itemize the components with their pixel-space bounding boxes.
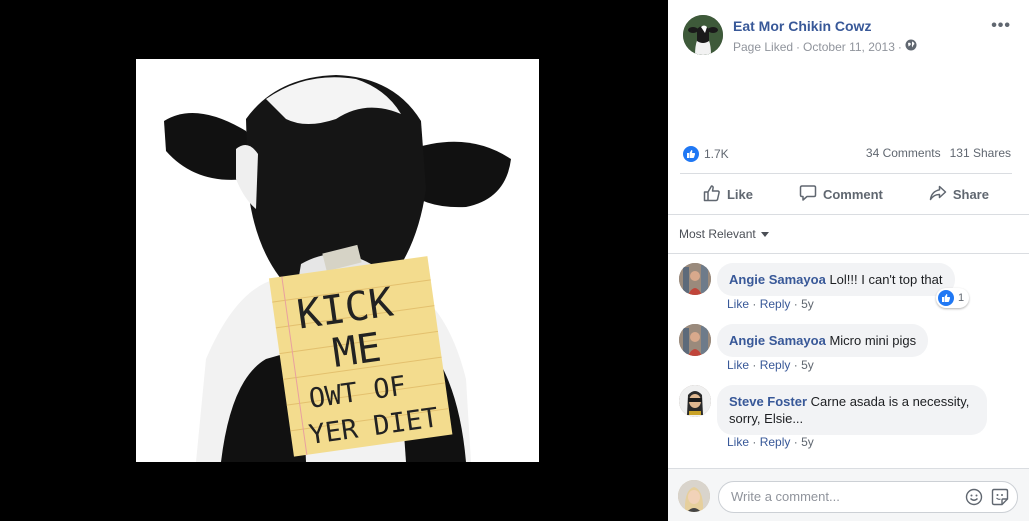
- link-separator: ·: [793, 297, 798, 311]
- comment-like-link[interactable]: Like: [727, 435, 749, 449]
- comment-time[interactable]: 5y: [801, 358, 814, 372]
- comment-text: Lol!!! I can't top that: [829, 272, 943, 287]
- like-count: 1.7K: [704, 147, 729, 161]
- comment-item: Steve Foster Carne asada is a necessity,…: [679, 385, 1019, 455]
- post-meta: Page Liked · October 11, 2013 ·: [733, 39, 917, 54]
- share-count[interactable]: 131 Shares: [950, 146, 1011, 160]
- current-user-avatar[interactable]: [678, 480, 710, 512]
- comment-reply-link[interactable]: Reply: [760, 297, 791, 311]
- comment-reaction-badge[interactable]: 1: [936, 288, 970, 308]
- comment-button[interactable]: Comment: [799, 184, 883, 205]
- comment-actions: Like · Reply · 5y: [727, 435, 814, 449]
- comment-actions: Like · Reply · 5y: [727, 297, 814, 311]
- caret-down-icon: [760, 227, 769, 241]
- comment-author[interactable]: Steve Foster: [729, 394, 807, 409]
- share-label: Share: [952, 186, 989, 202]
- commenter-avatar[interactable]: [679, 324, 711, 356]
- commenter-avatar[interactable]: [679, 263, 711, 295]
- like-label: Like: [726, 186, 753, 202]
- divider: [668, 253, 1029, 254]
- page-name[interactable]: Eat Mor Chikin Cowz: [733, 18, 871, 34]
- comment-time[interactable]: 5y: [801, 435, 814, 449]
- post-sidebar: Eat Mor Chikin Cowz Page Liked · October…: [668, 0, 1029, 521]
- comment-author[interactable]: Angie Samayoa: [729, 272, 826, 287]
- page-avatar[interactable]: [683, 15, 723, 55]
- like-reaction-icon: [938, 290, 954, 306]
- photo-viewer: KICK ME OWT OF YER DIET: [0, 0, 668, 520]
- reaction-summary[interactable]: 1.7K: [683, 146, 729, 162]
- commenter-avatar[interactable]: [679, 385, 711, 417]
- comment-author[interactable]: Angie Samayoa: [729, 333, 826, 348]
- comment-actions: Like · Reply · 5y: [727, 358, 814, 372]
- link-separator: ·: [752, 435, 757, 449]
- meta-separator: ·: [897, 39, 902, 54]
- like-button[interactable]: Like: [703, 184, 753, 205]
- post-header: Eat Mor Chikin Cowz Page Liked · October…: [668, 0, 1029, 70]
- post-date[interactable]: October 11, 2013: [803, 40, 895, 54]
- link-separator: ·: [793, 358, 798, 372]
- share-arrow-icon: [929, 184, 947, 205]
- comment-bubble: Steve Foster Carne asada is a necessity,…: [717, 385, 987, 435]
- comment-reaction-count: 1: [958, 292, 965, 304]
- globe-icon: [905, 39, 917, 54]
- comment-like-link[interactable]: Like: [727, 358, 749, 372]
- cow-illustration: KICK ME OWT OF YER DIET: [136, 59, 539, 462]
- comment-time[interactable]: 5y: [801, 297, 814, 311]
- comment-input[interactable]: [729, 488, 953, 505]
- comment-label: Comment: [822, 186, 883, 202]
- comment-reply-link[interactable]: Reply: [760, 358, 791, 372]
- comment-sort-dropdown[interactable]: Most Relevant: [679, 227, 769, 241]
- link-separator: ·: [793, 435, 798, 449]
- comment-item: Angie Samayoa Lol!!! I can't top that 1 …: [679, 263, 1019, 313]
- comment-count[interactable]: 34 Comments: [866, 146, 941, 160]
- comment-reply-link[interactable]: Reply: [760, 435, 791, 449]
- comment-text: Micro mini pigs: [829, 333, 917, 348]
- more-options-icon[interactable]: •••: [991, 17, 1011, 35]
- link-separator: ·: [752, 358, 757, 372]
- page-liked-status: Page Liked: [733, 39, 794, 54]
- post-stats: 1.7K 34 Comments 131 Shares: [683, 146, 1013, 164]
- emoji-icon[interactable]: [965, 488, 983, 511]
- sort-label: Most Relevant: [679, 227, 756, 241]
- link-separator: ·: [752, 297, 757, 311]
- comment-item: Angie Samayoa Micro mini pigs Like · Rep…: [679, 324, 1019, 374]
- comment-bubble: Angie Samayoa Micro mini pigs: [717, 324, 929, 357]
- meta-separator: ·: [796, 39, 801, 54]
- like-reaction-icon: [683, 146, 699, 162]
- sticker-icon[interactable]: [991, 488, 1009, 511]
- comment-bubble: Angie Samayoa Lol!!! I can't top that: [717, 263, 955, 296]
- post-actions: Like Comment Share: [680, 175, 1012, 213]
- share-button[interactable]: Share: [929, 184, 989, 205]
- divider: [668, 214, 1029, 215]
- comment-composer: [668, 468, 1029, 521]
- sign-line-2: ME: [330, 325, 384, 377]
- post-photo[interactable]: KICK ME OWT OF YER DIET: [136, 59, 539, 462]
- comment-input-box: [718, 481, 1018, 513]
- divider: [680, 173, 1012, 174]
- comment-bubble-icon: [799, 184, 817, 205]
- thumbs-up-icon: [703, 184, 721, 205]
- comment-like-link[interactable]: Like: [727, 297, 749, 311]
